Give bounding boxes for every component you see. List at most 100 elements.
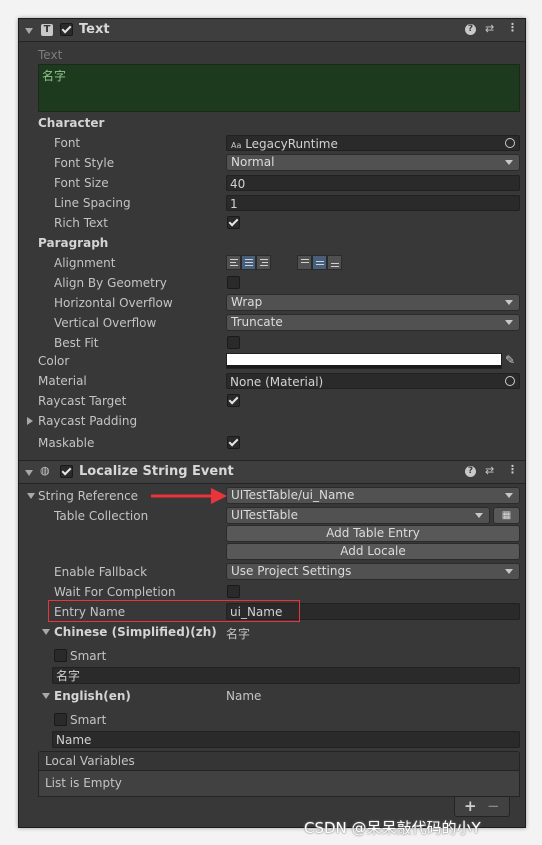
string-reference-dropdown[interactable]: UITestTable/ui_Name [226,487,520,504]
smart-checkbox-english[interactable] [54,713,67,726]
align-middle-button[interactable] [312,255,327,270]
table-collection-dropdown[interactable]: UITestTable [226,507,490,524]
font-label: Font [54,136,81,150]
localize-component-icon: ◍ [40,464,50,477]
foldout-arrow-icon[interactable] [25,470,33,476]
font-size-input[interactable]: 40 [226,175,520,191]
font-style-label: Font Style [54,156,115,170]
text-component-title: Text [79,22,110,37]
smart-checkbox-chinese[interactable] [54,649,67,662]
text-field-label: Text [38,48,63,62]
text-component-header[interactable]: T Text ? ⇄ ⋮ [19,19,525,42]
add-element-button[interactable]: + [464,797,477,815]
wait-for-completion-checkbox[interactable] [227,585,240,598]
more-menu-icon[interactable]: ⋮ [507,463,518,476]
string-reference-value: UITestTable/ui_Name [231,488,355,502]
foldout-arrow-icon[interactable] [25,28,33,34]
raycast-padding-foldout-icon[interactable] [27,417,33,425]
line-spacing-label: Line Spacing [54,196,131,210]
text-content-area[interactable]: 名字 [38,64,520,112]
local-variables-label: Local Variables [45,754,135,768]
maskable-label: Maskable [38,436,95,450]
wait-for-completion-label: Wait For Completion [54,585,176,599]
dropdown-arrow-icon [505,569,513,574]
align-by-geometry-checkbox[interactable] [227,276,240,289]
watermark: CSDN @呆呆敲代码的小Y [304,819,481,837]
vertical-overflow-value: Truncate [231,315,283,329]
presets-icon[interactable]: ⇄ [485,22,494,35]
enable-fallback-label: Enable Fallback [54,565,148,579]
alignment-label: Alignment [54,256,116,270]
material-value: None (Material) [230,375,324,389]
rich-text-checkbox[interactable] [227,216,240,229]
add-locale-button[interactable]: Add Locale [226,543,520,560]
localize-enabled-checkbox[interactable] [60,465,73,478]
font-object-field[interactable]: Aa LegacyRuntime [226,135,520,151]
vertical-overflow-dropdown[interactable]: Truncate [226,314,520,331]
eyedropper-icon[interactable]: ✎ [505,353,515,367]
table-collection-value: UITestTable [231,508,298,522]
font-style-dropdown[interactable]: Normal [226,154,520,171]
raycast-target-label: Raycast Target [38,394,127,408]
align-bottom-button[interactable] [327,255,342,270]
inspector-panel: T Text ? ⇄ ⋮ Text 名字 Character Font Aa L… [18,18,526,828]
local-variables-header[interactable]: Local Variables [38,751,520,771]
font-size-label: Font Size [54,176,109,190]
maskable-checkbox[interactable] [227,436,240,449]
horizontal-overflow-dropdown[interactable]: Wrap [226,294,520,311]
string-reference-foldout-icon[interactable] [27,493,35,499]
vertical-overflow-label: Vertical Overflow [54,316,157,330]
localize-component-header[interactable]: ◍ Localize String Event ? ⇄ ⋮ [19,460,525,484]
table-collection-label: Table Collection [54,509,149,523]
text-enabled-checkbox[interactable] [60,23,73,36]
color-label: Color [38,354,70,368]
remove-element-button[interactable]: − [487,797,500,815]
dropdown-arrow-icon [505,160,513,165]
material-label: Material [38,374,87,388]
object-picker-icon[interactable] [505,138,515,148]
dropdown-arrow-icon [505,300,513,305]
dropdown-arrow-icon [505,493,513,498]
locale-name-english: English(en) [54,689,131,703]
more-menu-icon[interactable]: ⋮ [507,21,518,34]
best-fit-checkbox[interactable] [227,336,240,349]
add-table-entry-button[interactable]: Add Table Entry [226,525,520,542]
locale-value-input-chinese[interactable]: 名字 [52,667,520,684]
text-component-icon: T [41,24,53,36]
font-asset-icon: Aa [231,141,242,150]
alpha-bar [227,365,501,368]
presets-icon[interactable]: ⇄ [485,464,494,477]
enable-fallback-value: Use Project Settings [231,564,352,578]
horizontal-overflow-label: Horizontal Overflow [54,296,173,310]
raycast-target-checkbox[interactable] [227,394,240,407]
locale-preview-chinese: 名字 [226,627,251,641]
best-fit-label: Best Fit [54,336,99,350]
align-center-button[interactable] [241,255,256,270]
dropdown-arrow-icon [475,513,483,518]
locale-value-input-english[interactable]: Name [52,731,520,748]
help-icon[interactable]: ? [465,24,476,35]
color-swatch-field[interactable] [226,353,502,369]
font-style-value: Normal [231,155,275,169]
paragraph-heading: Paragraph [38,236,109,250]
object-picker-icon[interactable] [505,376,515,386]
locale-name-chinese: Chinese (Simplified)(zh) [54,625,217,639]
locale-foldout-icon[interactable] [42,629,50,635]
list-empty-label: List is Empty [45,776,122,790]
enable-fallback-dropdown[interactable]: Use Project Settings [226,563,520,580]
line-spacing-input[interactable]: 1 [226,195,520,211]
smart-label-chinese: Smart [70,649,107,663]
material-object-field[interactable]: None (Material) [226,373,520,389]
local-variables-list: List is Empty [38,771,520,797]
font-value: LegacyRuntime [245,137,338,151]
rich-text-label: Rich Text [54,216,108,230]
align-top-button[interactable] [297,255,312,270]
locale-foldout-icon[interactable] [42,693,50,699]
table-settings-icon[interactable]: ▦ [493,507,520,524]
align-right-button[interactable] [256,255,271,270]
dropdown-arrow-icon [505,320,513,325]
align-left-button[interactable] [226,255,241,270]
string-reference-label: String Reference [38,489,139,503]
help-icon[interactable]: ? [465,466,476,477]
character-heading: Character [38,116,105,130]
